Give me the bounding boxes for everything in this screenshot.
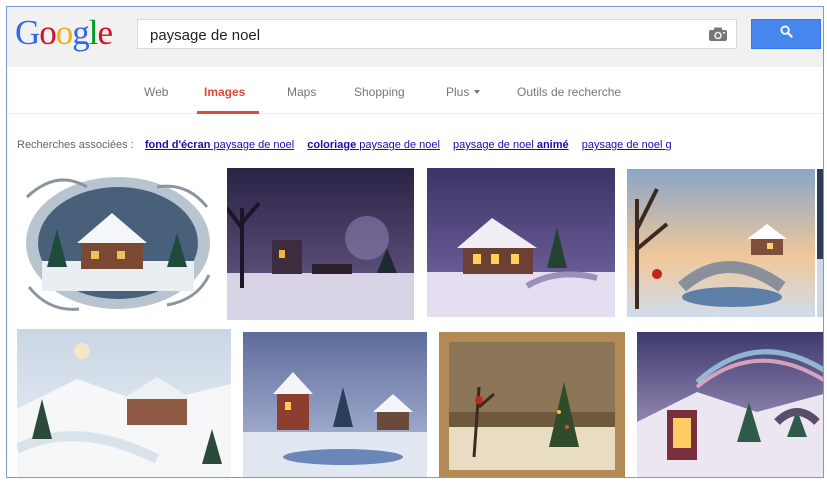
related-link-fond-ecran[interactable]: fond d'écran paysage de noel — [145, 139, 294, 151]
related-link-coloriage[interactable]: coloriage paysage de noel — [307, 139, 440, 151]
search-input[interactable] — [148, 24, 692, 46]
google-logo[interactable]: Google — [15, 13, 114, 53]
related-link-partial[interactable]: paysage de noel g — [582, 139, 672, 151]
tab-shopping[interactable]: Shopping — [354, 85, 405, 99]
search-button[interactable] — [751, 19, 821, 49]
browser-frame: Google Web — [6, 6, 824, 478]
logo-letter: g — [72, 13, 89, 52]
chevron-down-icon — [474, 90, 481, 94]
image-result[interactable] — [243, 332, 427, 477]
search-tabs: Web Images Maps Shopping Plus Outils de … — [7, 67, 823, 114]
image-result[interactable] — [439, 332, 625, 477]
image-result[interactable] — [17, 167, 219, 319]
related-searches-label: Recherches associées : — [17, 139, 134, 151]
related-searches: Recherches associées : fond d'écran pays… — [17, 139, 823, 151]
logo-letter: G — [15, 13, 40, 52]
tab-plus[interactable]: Plus — [446, 85, 481, 99]
image-result[interactable] — [427, 168, 615, 317]
tab-search-tools[interactable]: Outils de recherche — [517, 85, 621, 99]
active-tab-indicator — [197, 111, 259, 114]
tab-web[interactable]: Web — [144, 85, 168, 99]
search-icon — [779, 25, 793, 43]
related-link-text: paysage de noel — [453, 139, 537, 151]
top-bar: Google — [7, 7, 823, 68]
logo-letter: e — [97, 13, 114, 52]
logo-letter: o — [39, 13, 56, 52]
image-result[interactable] — [817, 169, 823, 317]
image-result[interactable] — [227, 168, 414, 320]
tab-maps[interactable]: Maps — [287, 85, 316, 99]
related-link-bold: animé — [536, 139, 569, 151]
image-result[interactable] — [17, 329, 231, 477]
camera-icon[interactable] — [708, 26, 728, 42]
search-box[interactable] — [137, 19, 737, 49]
related-link-text: paysage de noel — [356, 139, 440, 151]
image-result[interactable] — [627, 169, 815, 317]
related-link-text: paysage de noel g — [581, 139, 672, 151]
related-link-bold: fond d'écran — [144, 139, 211, 151]
related-link-anime[interactable]: paysage de noel animé — [453, 139, 569, 151]
related-link-bold: coloriage — [307, 139, 357, 151]
logo-letter: l — [88, 13, 99, 52]
image-result[interactable] — [637, 332, 823, 477]
tab-plus-label: Plus — [446, 85, 470, 99]
tab-images[interactable]: Images — [204, 85, 245, 99]
related-link-text: paysage de noel — [210, 139, 295, 151]
logo-letter: o — [55, 13, 73, 52]
